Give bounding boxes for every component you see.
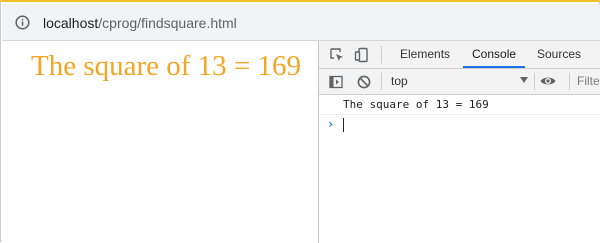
toolbar-divider	[534, 73, 535, 90]
filter-input[interactable]	[577, 73, 600, 89]
context-selected-value: top	[391, 74, 408, 88]
text-caret	[343, 118, 344, 132]
device-toolbar-icon[interactable]	[353, 46, 371, 64]
devtools-panel: Elements Console Sources top Filter The …	[318, 41, 600, 243]
toolbar-divider	[381, 73, 382, 90]
address-bar[interactable]: localhost/cprog/findsquare.html	[2, 4, 600, 41]
prompt-chevron-icon: ›	[327, 117, 335, 131]
context-select[interactable]: top	[388, 69, 528, 94]
url-path: /cprog/findsquare.html	[98, 15, 237, 31]
url-host: localhost	[43, 15, 99, 31]
console-prompt-input[interactable]: ›	[319, 115, 600, 135]
dropdown-arrow-icon	[520, 77, 528, 83]
console-message-text: The square of 13 = 169	[343, 98, 489, 111]
console-output: The square of 13 = 169 ›	[319, 95, 600, 243]
tab-console[interactable]: Console	[462, 41, 526, 68]
clear-console-icon[interactable]	[355, 73, 373, 91]
info-icon[interactable]	[15, 15, 30, 30]
devtools-tab-bar: Elements Console Sources	[319, 41, 600, 69]
toolbar-divider	[381, 46, 382, 63]
show-sidebar-icon[interactable]	[327, 73, 345, 91]
console-toolbar: top	[319, 69, 600, 95]
browser-window: localhost/cprog/findsquare.html The squa…	[0, 0, 600, 243]
tab-sources[interactable]: Sources	[537, 41, 581, 68]
console-message: The square of 13 = 169	[319, 95, 600, 115]
result-heading: The square of 13 = 169	[31, 50, 302, 82]
url-text[interactable]: localhost/cprog/findsquare.html	[43, 14, 237, 32]
toolbar-divider	[569, 73, 570, 90]
tab-elements[interactable]: Elements	[400, 41, 450, 68]
live-expression-eye-icon[interactable]	[538, 72, 558, 90]
page-viewport: The square of 13 = 169	[2, 41, 318, 243]
inspect-element-icon[interactable]	[328, 46, 346, 64]
